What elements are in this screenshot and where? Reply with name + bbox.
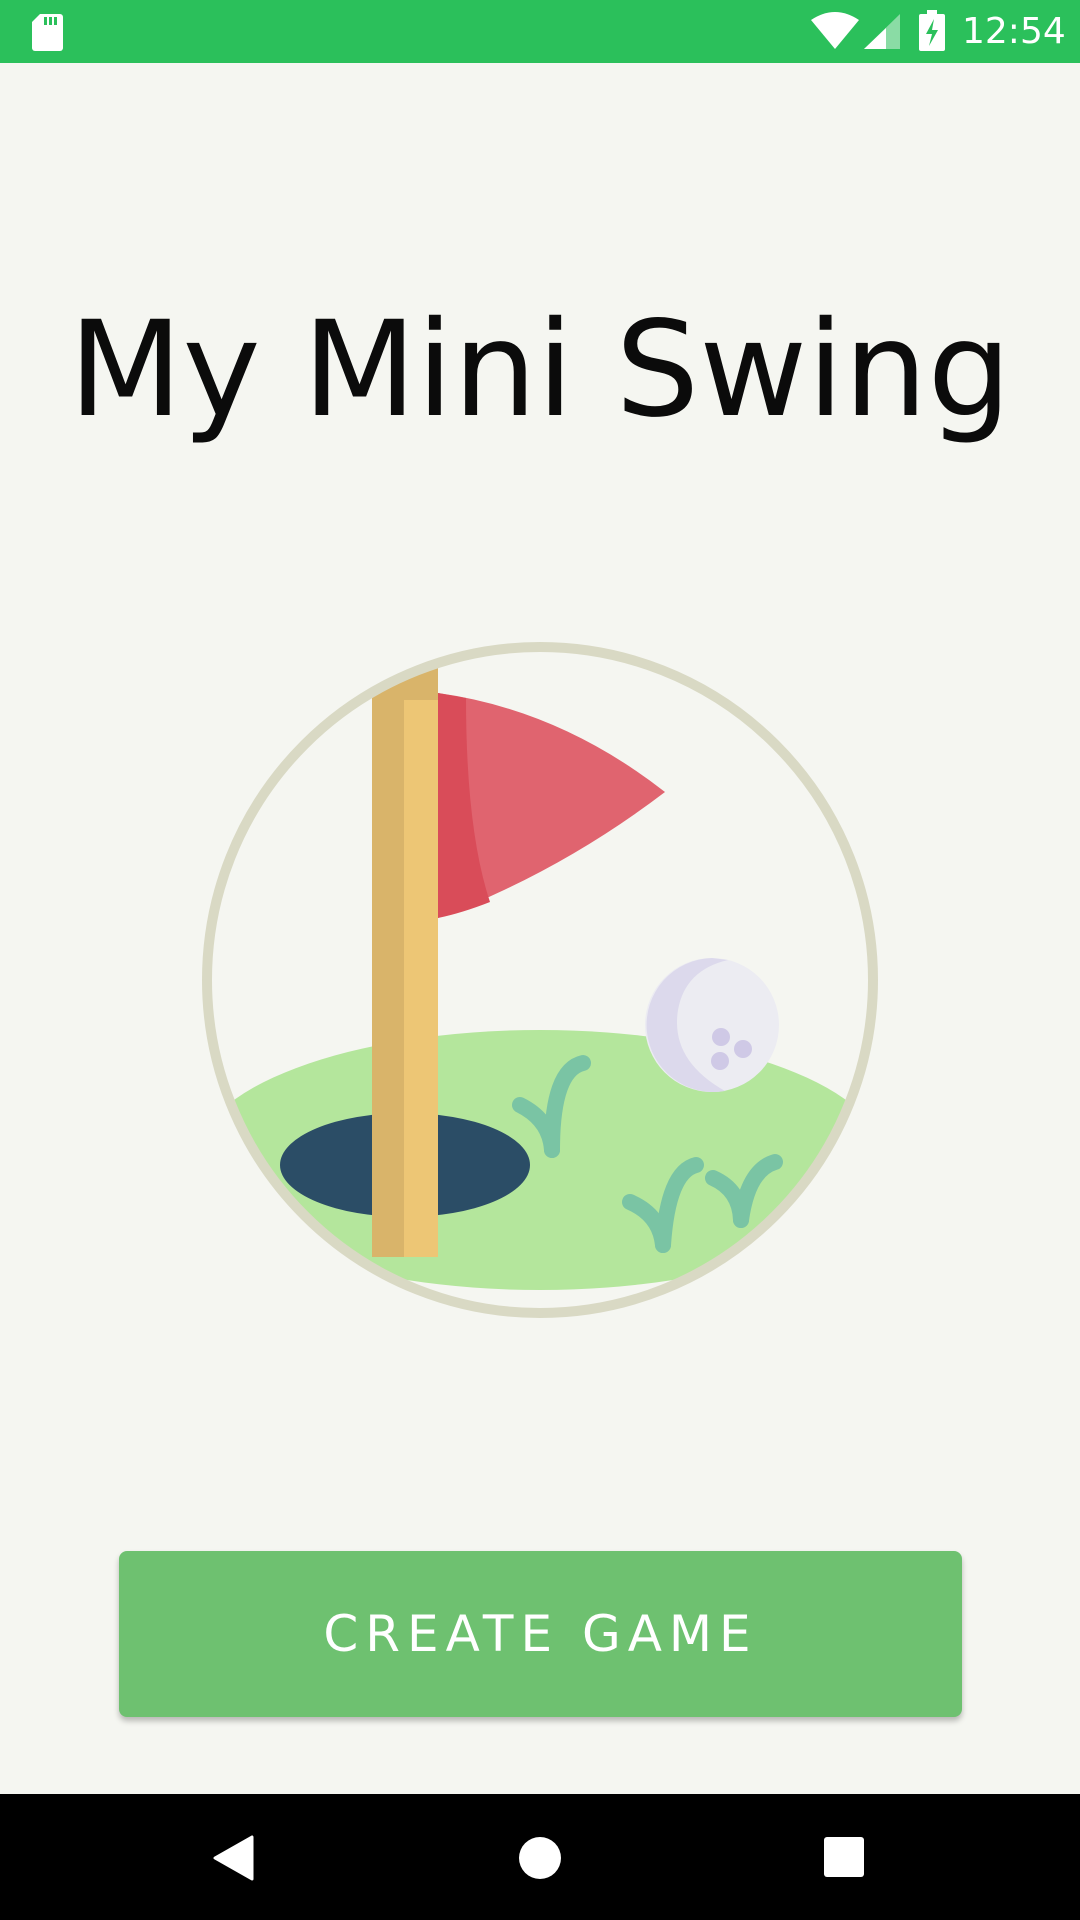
- status-time: 12:54: [962, 11, 1066, 52]
- status-bar: 12:54: [0, 0, 1080, 63]
- back-icon[interactable]: [212, 1835, 256, 1881]
- flag-pole: [404, 670, 438, 1257]
- golf-hero-illustration: [202, 642, 878, 1318]
- flag-pole-shadow: [372, 692, 404, 1257]
- sd-card-icon: [32, 14, 63, 51]
- wifi-icon: [811, 12, 859, 49]
- page-title: My Mini Swing: [68, 293, 1012, 447]
- recent-apps-icon[interactable]: [823, 1836, 865, 1878]
- create-game-button[interactable]: CREATE GAME: [119, 1551, 962, 1717]
- cell-signal-icon: [864, 14, 900, 49]
- home-icon[interactable]: [518, 1836, 562, 1880]
- battery-charging-icon: [919, 10, 945, 51]
